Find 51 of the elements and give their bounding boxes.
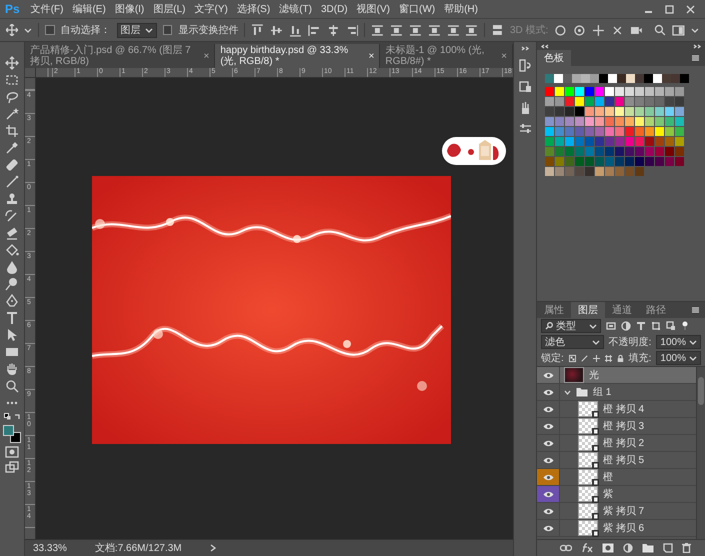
document-size: 文档:7.66M/127.3M bbox=[94, 542, 182, 555]
layer-dropdown[interactable]: 图层 bbox=[116, 22, 157, 38]
filter-dropdown[interactable]: 类型 bbox=[541, 319, 601, 333]
opacity-field[interactable]: 100% bbox=[656, 335, 701, 349]
menu-item[interactable]: 图像(I) bbox=[114, 2, 144, 16]
menu-item[interactable]: 滤镜(T) bbox=[279, 2, 312, 16]
layer-name: 组 1 bbox=[593, 386, 612, 399]
panel-tab[interactable]: 色板 bbox=[537, 50, 571, 66]
close-button[interactable]: × bbox=[501, 50, 508, 62]
panel-tab[interactable]: 图层 bbox=[571, 302, 605, 318]
menu-item[interactable]: 帮助(H) bbox=[444, 2, 478, 16]
layer-row[interactable]: 橙 拷贝 4 bbox=[537, 401, 696, 418]
menu-item[interactable]: 文件(F) bbox=[30, 2, 64, 16]
menu-item[interactable]: 窗口(W) bbox=[398, 2, 436, 16]
app-logo: Ps bbox=[4, 2, 21, 16]
layer-name: 紫 bbox=[603, 488, 613, 501]
layer-name: 橙 拷贝 2 bbox=[603, 436, 644, 450]
menu-item[interactable]: 编辑(E) bbox=[72, 2, 106, 16]
menu-item[interactable]: 图层(L) bbox=[153, 2, 186, 16]
mode-label: 3D 模式: bbox=[510, 24, 548, 37]
layer-name: 橙 拷贝 4 bbox=[603, 402, 644, 416]
layer-row[interactable]: 紫 bbox=[537, 486, 696, 503]
close-button[interactable]: × bbox=[368, 50, 374, 62]
layer-name: 紫 拷贝 6 bbox=[603, 522, 644, 535]
checkbox-label: 自动选择： bbox=[60, 24, 111, 37]
menu-item[interactable]: 文字(Y) bbox=[194, 2, 228, 16]
opacity-label: 不透明度: bbox=[608, 336, 652, 349]
document-tab[interactable]: happy birthday.psd @ 33.3% (光, RGB/8) * × bbox=[215, 44, 380, 68]
layer-row[interactable]: 紫 拷贝 7 bbox=[537, 503, 696, 520]
layer-row[interactable]: 橙 拷贝 2 bbox=[537, 435, 696, 452]
layer-row[interactable]: 紫 拷贝 6 bbox=[537, 520, 696, 537]
layer-row[interactable]: 橙 bbox=[537, 469, 696, 486]
menu-item[interactable]: 3D(D) bbox=[320, 4, 348, 14]
layer-name: 紫 拷贝 7 bbox=[603, 504, 644, 518]
layer-name: 橙 拷贝 3 bbox=[603, 420, 644, 433]
fill-field[interactable]: 100% bbox=[656, 351, 701, 365]
zoom-level[interactable]: 33.33% bbox=[33, 542, 67, 554]
menu-item[interactable]: 视图(V) bbox=[356, 2, 390, 16]
blend-mode-dropdown[interactable]: 滤色 bbox=[541, 335, 604, 349]
layer-name: 光 bbox=[589, 368, 599, 382]
close-button[interactable]: × bbox=[203, 50, 210, 62]
layer-row[interactable]: 橙 拷贝 3 bbox=[537, 418, 696, 435]
layer-row[interactable]: 橙 拷贝 5 bbox=[537, 452, 696, 469]
checkbox-label: 显示变换控件 bbox=[178, 24, 238, 37]
menu-item[interactable]: 选择(S) bbox=[236, 2, 270, 16]
lock-label: 锁定: bbox=[541, 352, 564, 365]
fill-label: 填充: bbox=[628, 352, 652, 365]
layer-row[interactable]: 光 bbox=[537, 367, 696, 384]
layer-name: 橙 bbox=[603, 470, 613, 484]
layer-row[interactable]: 组 1 bbox=[537, 384, 696, 401]
layer-name: 橙 拷贝 5 bbox=[603, 454, 644, 467]
